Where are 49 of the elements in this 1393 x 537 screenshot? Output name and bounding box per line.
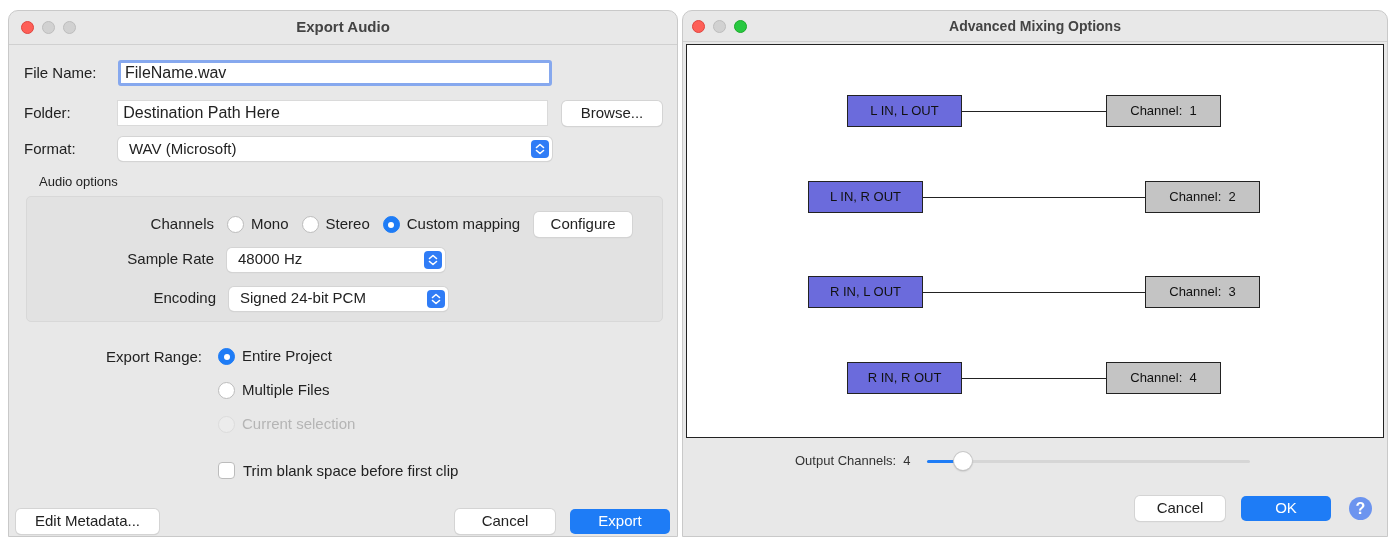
stepper-icon	[424, 250, 442, 269]
radio-button[interactable]: Custom mapping	[382, 213, 521, 236]
close-button[interactable]	[692, 19, 705, 33]
channel-node[interactable]: Channel: 3	[1145, 276, 1260, 308]
field-label: Encoding	[152, 288, 216, 309]
trim-checkbox[interactable]: Trim blank space before first clip	[218, 459, 662, 482]
minimize-button[interactable]	[42, 21, 55, 34]
field-label: Folder:	[24, 102, 72, 123]
window-title: Advanced Mixing Options	[948, 16, 1122, 36]
cancel-button[interactable]: Cancel	[1135, 496, 1225, 521]
radio-button[interactable]: Entire Project	[218, 345, 333, 368]
stepper-icon	[427, 289, 445, 308]
radio-button[interactable]: Stereo	[301, 213, 370, 236]
radio-button[interactable]: Mono	[227, 213, 289, 236]
channel-node[interactable]: Channel: 1	[1106, 95, 1221, 127]
field-label: Format:	[24, 138, 77, 159]
output-channels-slider[interactable]	[927, 451, 1251, 471]
zoom-button[interactable]	[63, 21, 76, 34]
folder-field[interactable]: Destination Path Here	[117, 100, 548, 126]
channel-node[interactable]: Channel: 4	[1106, 362, 1221, 394]
window-title: Export Audio	[295, 17, 391, 38]
channel-node[interactable]: Channel: 2	[1145, 181, 1260, 213]
sample-rate-select[interactable]: 48000 Hz	[227, 247, 445, 272]
field-label: Sample Rate	[126, 249, 214, 270]
input-node[interactable]: R IN, R OUT	[847, 362, 962, 394]
input-node[interactable]: L IN, R OUT	[808, 181, 923, 213]
export-button[interactable]: Export	[570, 509, 670, 534]
output-channels-value: 4	[903, 452, 911, 471]
stepper-icon	[531, 140, 549, 158]
section-heading: Audio options	[39, 173, 119, 191]
input-node[interactable]: L IN, L OUT	[847, 95, 962, 127]
output-channels-label: Output Channels:	[795, 452, 897, 471]
configure-button[interactable]: Configure	[534, 212, 633, 237]
ok-button[interactable]: OK	[1241, 496, 1331, 521]
field-label: Channels	[149, 214, 214, 235]
close-button[interactable]	[21, 21, 34, 34]
edit-metadata-button[interactable]: Edit Metadata...	[16, 509, 159, 534]
radio-button[interactable]: Multiple Files	[218, 379, 330, 402]
browse-button[interactable]: Browse...	[562, 100, 662, 126]
minimize-button[interactable]	[713, 19, 726, 33]
cancel-button[interactable]: Cancel	[455, 509, 555, 534]
field-label: Export Range:	[105, 346, 202, 367]
zoom-button[interactable]	[734, 19, 747, 33]
field-label: File Name:	[24, 62, 98, 83]
encoding-select[interactable]: Signed 24-bit PCM	[229, 286, 448, 311]
input-node[interactable]: R IN, L OUT	[808, 276, 923, 308]
file-name-field[interactable]: FileName.wav	[118, 60, 552, 86]
format-select[interactable]: WAV (Microsoft)	[118, 137, 552, 161]
slider-thumb[interactable]	[953, 452, 972, 470]
